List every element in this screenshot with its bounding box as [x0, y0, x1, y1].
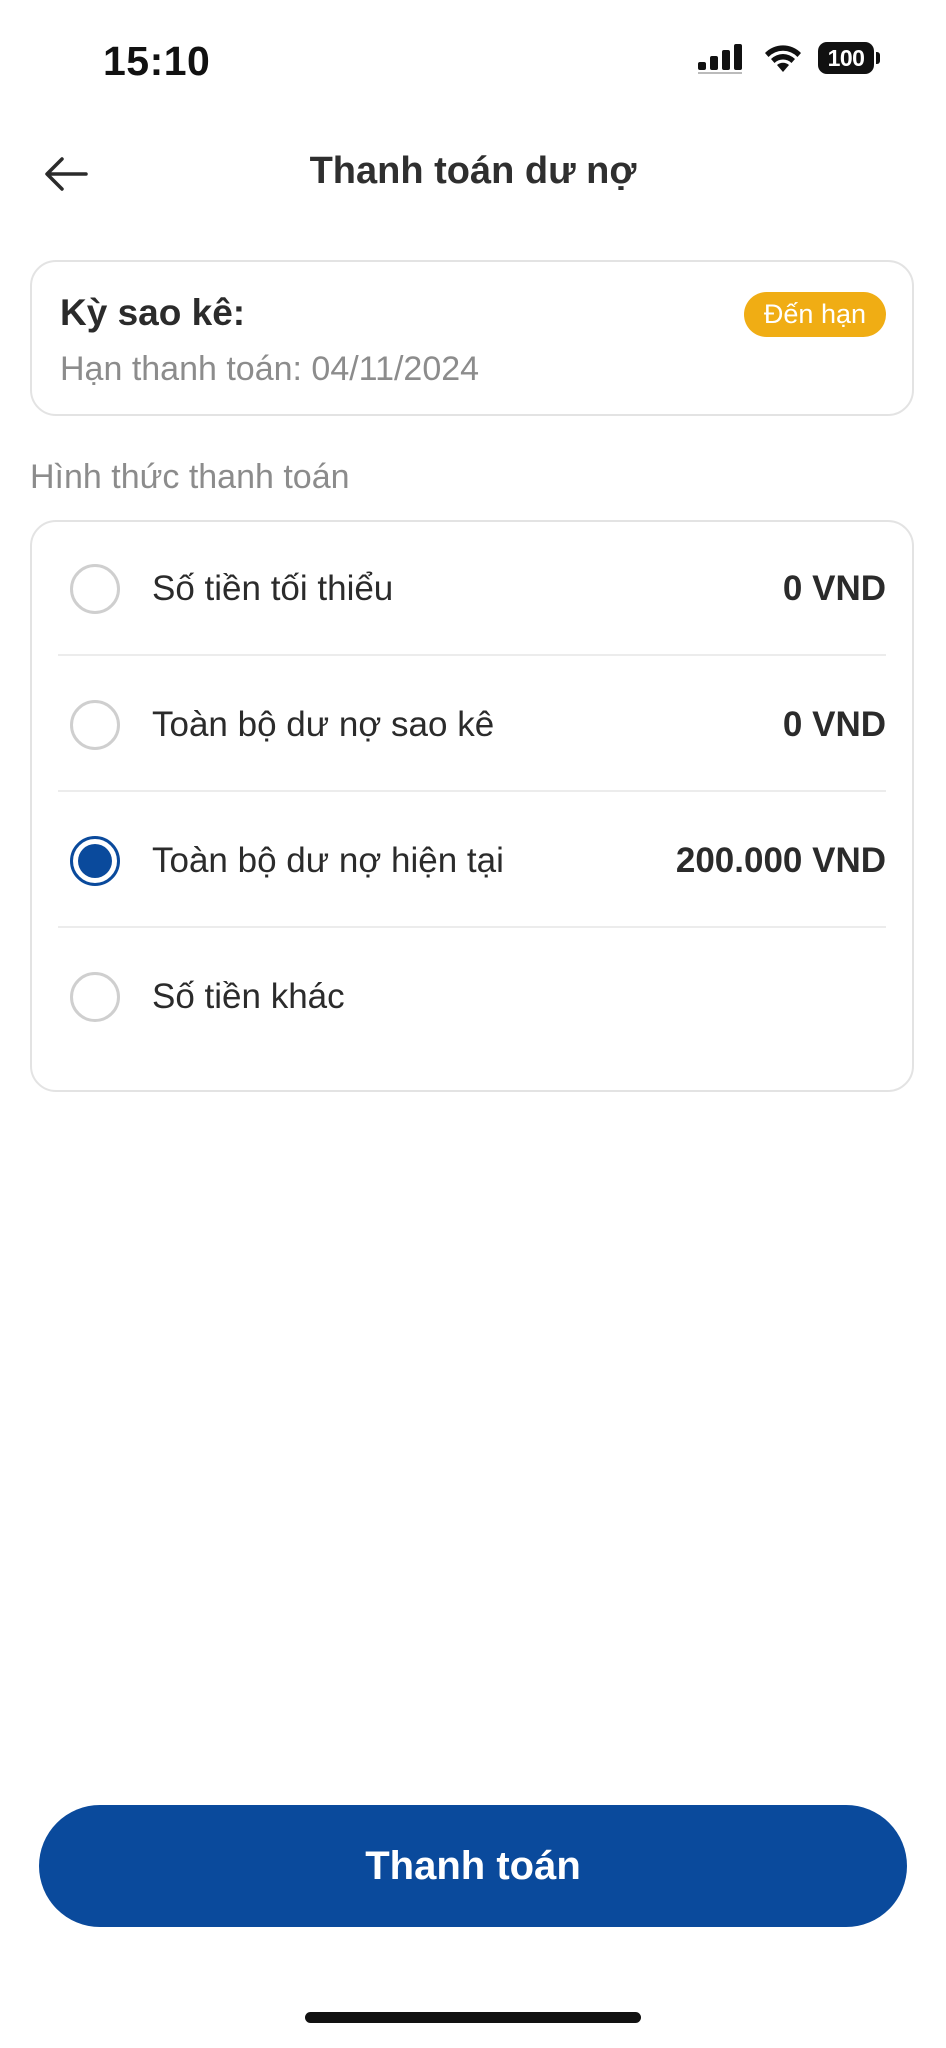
payment-options-card: Số tiền tối thiểu 0 VND Toàn bộ dư nợ sa…	[30, 520, 914, 1092]
statement-card: Kỳ sao kê: Đến hạn Hạn thanh toán: 04/11…	[30, 260, 914, 416]
radio-button[interactable]	[70, 972, 120, 1022]
option-label: Toàn bộ dư nợ sao kê	[152, 705, 495, 744]
wifi-icon	[765, 45, 801, 72]
option-minimum-amount[interactable]: Số tiền tối thiểu 0 VND	[58, 522, 886, 656]
radio-button[interactable]	[70, 564, 120, 614]
option-amount: 0 VND	[782, 569, 886, 608]
home-indicator	[305, 2012, 641, 2023]
option-amount: 200.000 VND	[675, 841, 886, 880]
option-other-amount[interactable]: Số tiền khác	[58, 930, 886, 1064]
payment-method-label: Hình thức thanh toán	[30, 458, 350, 496]
status-badge: Đến hạn	[743, 292, 886, 337]
option-label: Toàn bộ dư nợ hiện tại	[152, 841, 504, 880]
battery-icon: 100	[818, 42, 880, 74]
header: Thanh toán dư nợ	[0, 128, 946, 218]
battery-tip	[876, 52, 880, 64]
statement-period-label: Kỳ sao kê:	[60, 292, 246, 333]
pay-button[interactable]: Thanh toán	[39, 1805, 907, 1927]
radio-button[interactable]	[70, 700, 120, 750]
status-indicators: 100	[698, 42, 880, 74]
option-statement-balance[interactable]: Toàn bộ dư nợ sao kê 0 VND	[58, 658, 886, 792]
status-time: 15:10	[103, 38, 211, 84]
option-label: Số tiền tối thiểu	[152, 569, 394, 608]
option-label: Số tiền khác	[152, 977, 345, 1016]
option-amount: 0 VND	[782, 705, 886, 744]
option-current-balance[interactable]: Toàn bộ dư nợ hiện tại 200.000 VND	[58, 794, 886, 928]
radio-button-selected[interactable]	[70, 836, 120, 886]
page-title: Thanh toán dư nợ	[309, 150, 637, 192]
cellular-signal-icon	[698, 44, 742, 74]
battery-level: 100	[818, 42, 874, 74]
payment-due-date: Hạn thanh toán: 04/11/2024	[60, 350, 480, 388]
status-bar: 15:10 100	[0, 0, 946, 120]
